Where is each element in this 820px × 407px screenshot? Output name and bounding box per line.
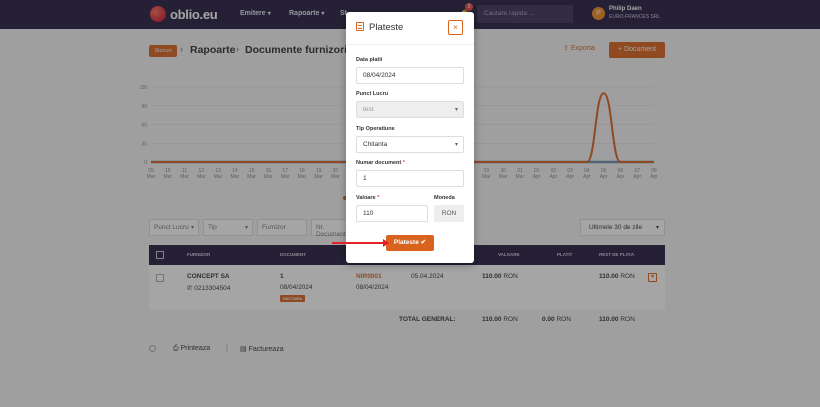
docnum-label-text: Numar document bbox=[356, 160, 402, 166]
workpoint-label: Punct Lucru bbox=[356, 91, 389, 97]
required-marker: * bbox=[402, 160, 405, 166]
operation-type-select[interactable]: Chitanta ▾ bbox=[356, 136, 464, 153]
chevron-down-icon: ▾ bbox=[454, 107, 458, 113]
amount-input[interactable]: 110 bbox=[356, 205, 428, 222]
currency-label: Moneda bbox=[434, 195, 455, 201]
required-marker: * bbox=[377, 195, 380, 201]
modal-divider bbox=[346, 44, 474, 45]
amount-label-text: Valoare bbox=[356, 195, 376, 201]
annotation-arrow-icon bbox=[332, 239, 389, 247]
document-icon bbox=[356, 22, 364, 31]
pay-submit-label: Plateste bbox=[393, 239, 419, 246]
workpoint-select: test ▾ bbox=[356, 101, 464, 118]
date-label: Data platii bbox=[356, 57, 383, 63]
workpoint-value: test bbox=[363, 106, 374, 113]
modal-title: Plateste bbox=[369, 22, 404, 33]
document-number-input[interactable]: 1 bbox=[356, 170, 464, 187]
close-icon[interactable]: × bbox=[448, 20, 463, 35]
pay-submit-button[interactable]: Plateste ✔ bbox=[386, 235, 434, 251]
optype-label: Tip Operatiune bbox=[356, 126, 395, 132]
check-icon: ✔ bbox=[420, 239, 427, 246]
chevron-down-icon: ▾ bbox=[454, 142, 458, 148]
payment-date-input[interactable]: 08/04/2024 bbox=[356, 67, 464, 84]
docnum-label: Numar document * bbox=[356, 160, 405, 166]
amount-label: Valoare * bbox=[356, 195, 379, 201]
payment-modal: Plateste × Data platii 08/04/2024 Punct … bbox=[346, 12, 474, 263]
currency-field: RON bbox=[434, 205, 464, 222]
optype-value: Chitanta bbox=[363, 141, 388, 148]
